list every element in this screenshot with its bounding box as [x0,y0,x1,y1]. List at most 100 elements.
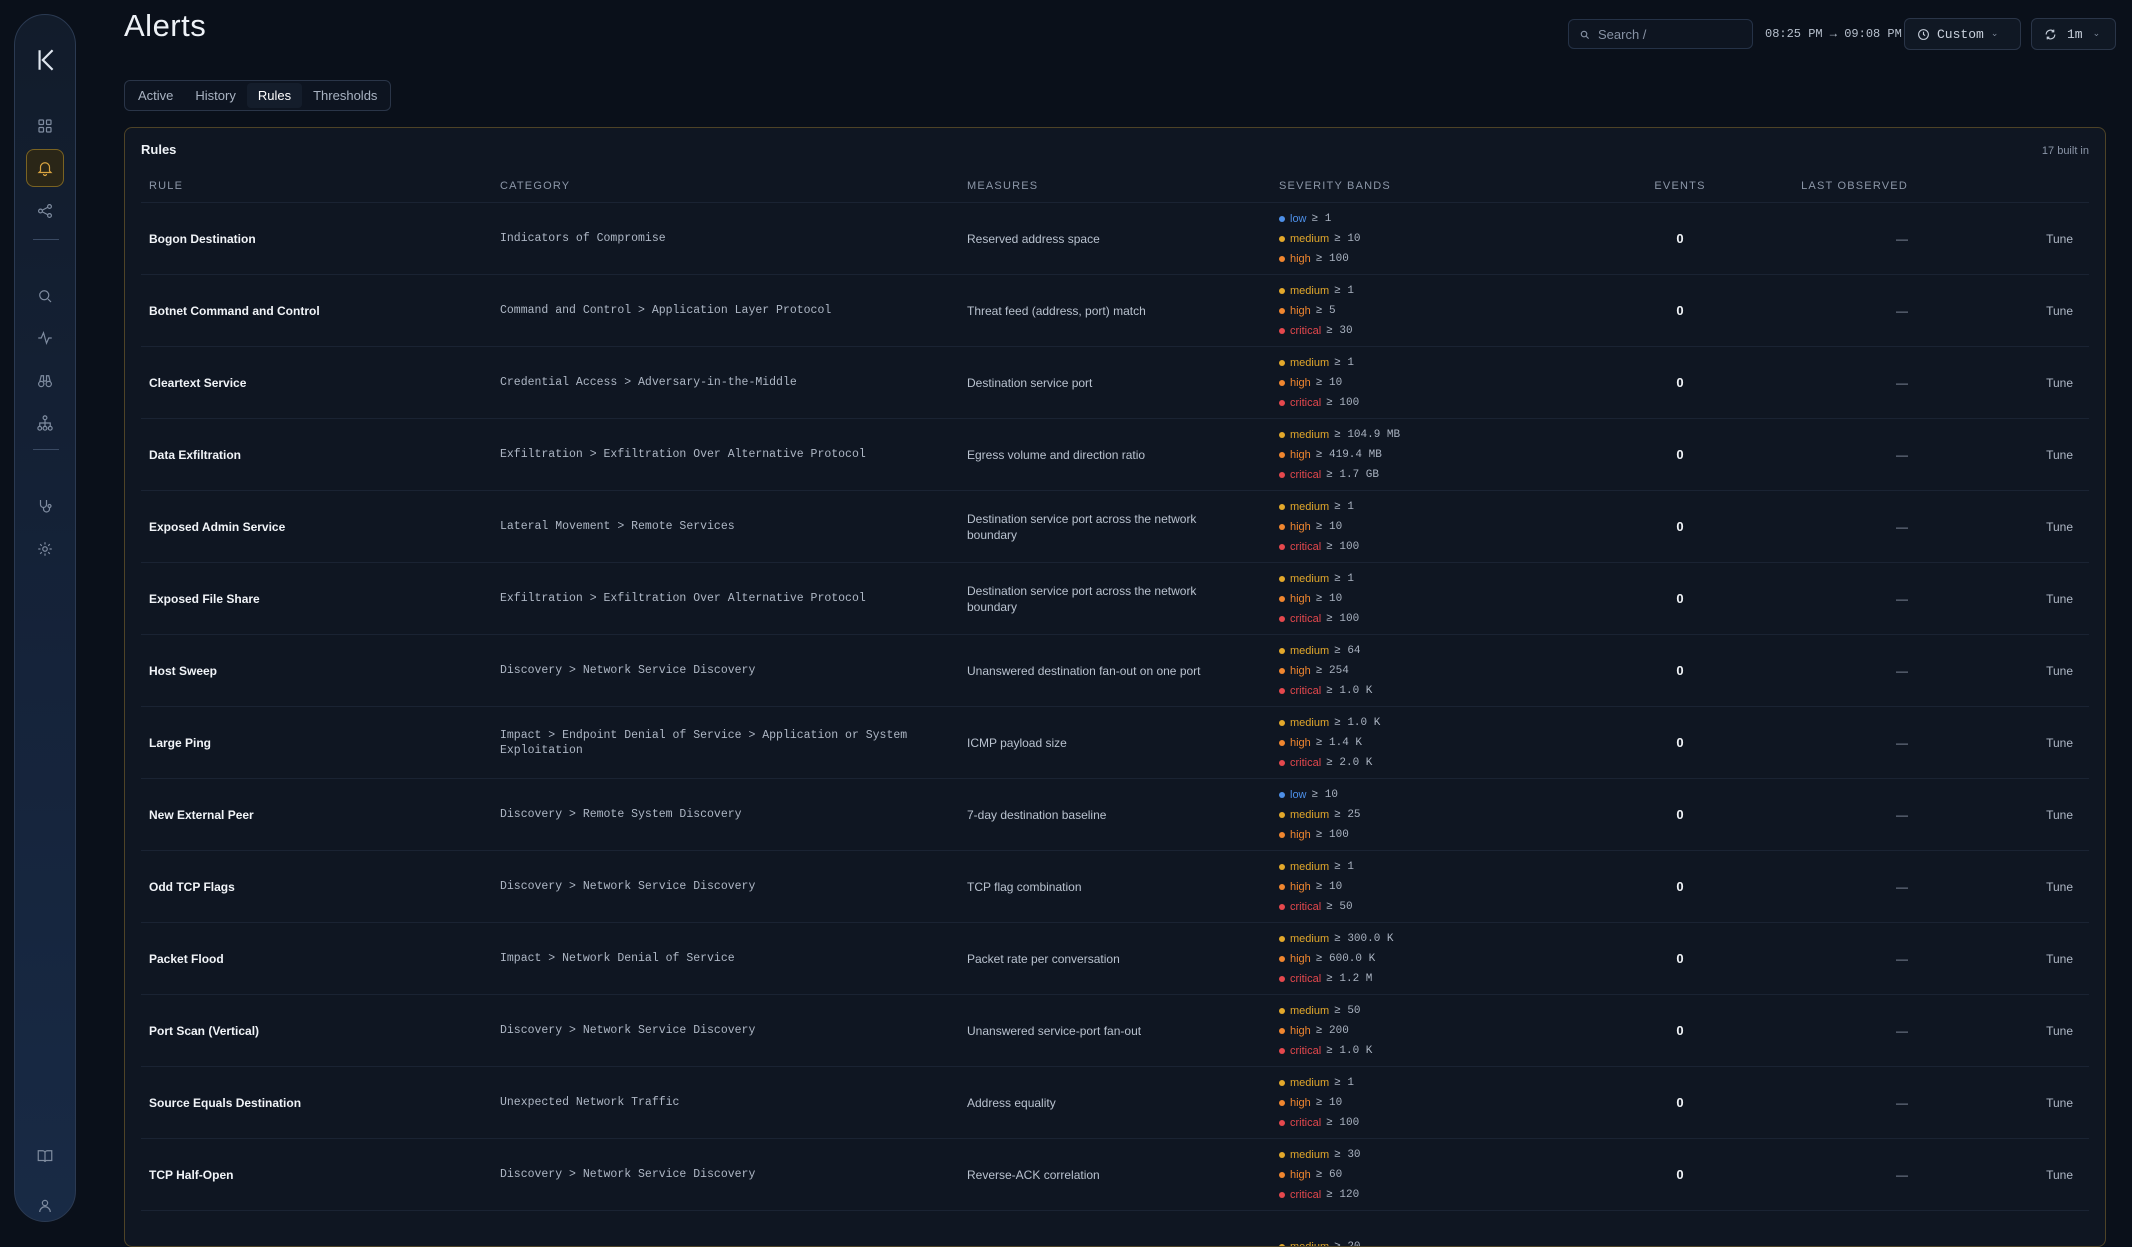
tune-button[interactable] [2028,1211,2089,1247]
severity-bands: medium≥ 50high≥ 200critical≥ 1.0 K [1271,995,1618,1067]
refresh-interval-button[interactable]: 1m ⌄ [2031,18,2116,50]
share-icon[interactable] [26,192,64,230]
severity-bands: medium≥ 30high≥ 60critical≥ 120 [1271,1139,1618,1211]
panel-title: Rules [141,142,176,157]
severity-level: medium [1290,1145,1329,1165]
rule-name: Port Scan (Vertical) [141,995,492,1067]
tab-thresholds[interactable]: Thresholds [302,83,388,108]
tune-button[interactable]: Tune [2028,491,2089,563]
severity-level: medium [1290,805,1329,825]
column-header-severity-bands[interactable]: SEVERITY BANDS [1271,170,1618,203]
tune-button[interactable]: Tune [2028,563,2089,635]
tune-button[interactable]: Tune [2028,923,2089,995]
gear-icon[interactable] [26,530,64,568]
tab-rules[interactable]: Rules [247,83,302,108]
tune-button[interactable]: Tune [2028,347,2089,419]
severity-dot-icon [1279,236,1285,242]
tab-history[interactable]: History [184,83,246,108]
severity-bands: medium≥ 64high≥ 254critical≥ 1.0 K [1271,635,1618,707]
tune-button[interactable]: Tune [2028,203,2089,275]
bell-icon[interactable] [26,149,64,187]
rule-category [492,1211,959,1247]
rule-name: Data Exfiltration [141,419,492,491]
table-row[interactable]: Data ExfiltrationExfiltration > Exfiltra… [141,419,2089,491]
table-row[interactable]: Large PingImpact > Endpoint Denial of Se… [141,707,2089,779]
table-row[interactable]: Bogon DestinationIndicators of Compromis… [141,203,2089,275]
severity-dot-icon [1279,1192,1285,1198]
rule-category: Exfiltration > Exfiltration Over Alterna… [492,419,959,491]
column-header-category[interactable]: CATEGORY [492,170,959,203]
logo-icon[interactable] [32,47,58,73]
table-row[interactable]: Packet FloodImpact > Network Denial of S… [141,923,2089,995]
event-count: 0 [1618,1067,1734,1139]
last-observed: — [1734,779,2028,851]
severity-dot-icon [1279,1152,1285,1158]
rule-measures: Threat feed (address, port) match [959,275,1271,347]
column-header-events[interactable]: EVENTS [1618,170,1734,203]
tune-button[interactable]: Tune [2028,851,2089,923]
column-header-measures[interactable]: MEASURES [959,170,1271,203]
table-row[interactable]: Odd TCP FlagsDiscovery > Network Service… [141,851,2089,923]
severity-band: critical≥ 100 [1279,1113,1618,1133]
table-row[interactable]: TCP Half-OpenDiscovery > Network Service… [141,1139,2089,1211]
severity-level: high [1290,1165,1311,1185]
topology-icon[interactable] [26,404,64,442]
rule-category: Impact > Endpoint Denial of Service > Ap… [492,707,959,779]
tune-button[interactable]: Tune [2028,635,2089,707]
severity-threshold: ≥ 254 [1316,661,1349,681]
severity-band: medium≥ 1 [1279,569,1618,589]
tune-button[interactable]: Tune [2028,419,2089,491]
search-icon[interactable] [26,277,64,315]
tune-button[interactable]: Tune [2028,707,2089,779]
book-icon[interactable] [26,1137,64,1175]
severity-threshold: ≥ 1.7 GB [1326,465,1379,485]
dashboard-icon[interactable] [26,107,64,145]
severity-band: high≥ 10 [1279,517,1618,537]
health-icon[interactable] [26,487,64,525]
column-header-last-observed[interactable]: LAST OBSERVED [1734,170,2028,203]
table-row[interactable]: Exposed Admin ServiceLateral Movement > … [141,491,2089,563]
range-picker-button[interactable]: Custom ⌄ [1904,18,2021,50]
tune-button[interactable]: Tune [2028,995,2089,1067]
tune-button[interactable]: Tune [2028,1139,2089,1211]
last-observed: — [1734,563,2028,635]
severity-threshold: ≥ 100 [1316,249,1349,269]
table-row[interactable]: Source Equals DestinationUnexpected Netw… [141,1067,2089,1139]
column-header-rule[interactable]: RULE [141,170,492,203]
table-row[interactable]: Port Scan (Vertical)Discovery > Network … [141,995,2089,1067]
severity-level: high [1290,373,1311,393]
table-row[interactable]: medium≥ 20 [141,1211,2089,1247]
table-row[interactable]: Exposed File ShareExfiltration > Exfiltr… [141,563,2089,635]
severity-level: critical [1290,1185,1321,1205]
severity-band: low≥ 1 [1279,209,1618,229]
table-row[interactable]: New External PeerDiscovery > Remote Syst… [141,779,2089,851]
severity-level: low [1290,209,1307,229]
severity-threshold: ≥ 300.0 K [1334,929,1393,949]
severity-bands: medium≥ 1.0 Khigh≥ 1.4 Kcritical≥ 2.0 K [1271,707,1618,779]
binoculars-icon[interactable] [26,362,64,400]
tune-button[interactable]: Tune [2028,275,2089,347]
tab-active[interactable]: Active [127,83,184,108]
severity-band: medium≥ 104.9 MB [1279,425,1618,445]
severity-dot-icon [1279,504,1285,510]
tune-button[interactable]: Tune [2028,779,2089,851]
tune-button[interactable]: Tune [2028,1067,2089,1139]
table-row[interactable]: Cleartext ServiceCredential Access > Adv… [141,347,2089,419]
activity-icon[interactable] [26,319,64,357]
built-in-count: 17 built in [2042,145,2089,157]
severity-band: high≥ 100 [1279,825,1618,845]
severity-band: critical≥ 1.7 GB [1279,465,1618,485]
search-input[interactable]: Search / [1568,19,1753,49]
severity-level: critical [1290,393,1321,413]
table-row[interactable]: Host SweepDiscovery > Network Service Di… [141,635,2089,707]
rule-category: Credential Access > Adversary-in-the-Mid… [492,347,959,419]
table-row[interactable]: Botnet Command and ControlCommand and Co… [141,275,2089,347]
severity-band: medium≥ 20 [1279,1237,1618,1247]
severity-band: medium≥ 1 [1279,1073,1618,1093]
severity-bands: medium≥ 1high≥ 10critical≥ 50 [1271,851,1618,923]
severity-level: medium [1290,281,1329,301]
user-icon[interactable] [26,1187,64,1225]
event-count: 0 [1618,851,1734,923]
severity-threshold: ≥ 100 [1326,609,1359,629]
severity-band: medium≥ 64 [1279,641,1618,661]
